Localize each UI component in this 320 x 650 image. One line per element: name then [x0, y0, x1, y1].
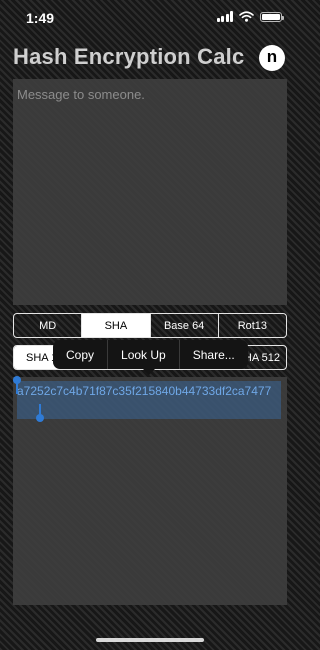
app-title: Hash Encryption Calc — [13, 44, 245, 69]
text-context-menu: Copy Look Up Share... — [53, 340, 248, 369]
home-indicator[interactable] — [96, 638, 204, 642]
algorithm-segmented-control: MD SHA Base 64 Rot13 — [13, 313, 287, 338]
hash-result-field[interactable]: a7252c7c4b71f87c35f215840b44733df2ca7477 — [13, 376, 287, 605]
tab-md[interactable]: MD — [14, 314, 83, 337]
selection-end-handle[interactable] — [36, 404, 44, 422]
message-input[interactable] — [13, 79, 287, 305]
tab-base64[interactable]: Base 64 — [151, 314, 219, 337]
tab-sha[interactable]: SHA — [82, 314, 151, 337]
context-menu-arrow — [142, 368, 156, 375]
battery-icon — [260, 11, 284, 22]
copy-menu-item[interactable]: Copy — [53, 340, 109, 369]
look-up-menu-item[interactable]: Look Up — [108, 340, 180, 369]
status-icons — [216, 11, 284, 22]
selection-start-handle[interactable] — [13, 376, 21, 394]
share-menu-item[interactable]: Share... — [180, 340, 248, 369]
status-time: 1:49 — [26, 10, 55, 26]
app-logo-icon[interactable]: n — [259, 45, 285, 71]
tab-rot13[interactable]: Rot13 — [219, 314, 286, 337]
cellular-signal-icon — [216, 11, 233, 22]
status-bar: 1:49 — [0, 0, 300, 36]
wifi-icon — [239, 11, 254, 22]
hash-output[interactable]: a7252c7c4b71f87c35f215840b44733df2ca7477 — [17, 384, 283, 399]
